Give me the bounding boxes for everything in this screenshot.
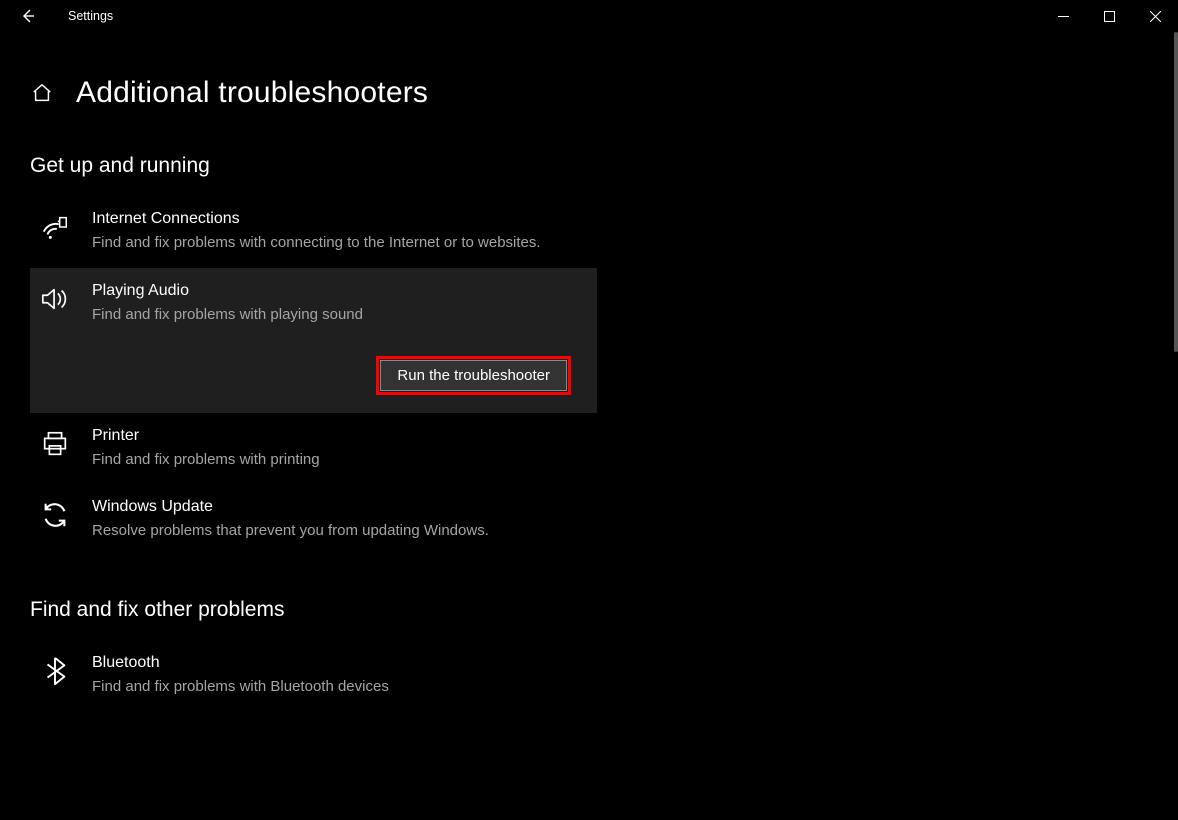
sync-icon	[36, 498, 74, 542]
section-heading-getup: Get up and running	[30, 154, 600, 178]
troubleshooter-item-audio[interactable]: Playing Audio Find and fix problems with…	[30, 268, 597, 413]
item-desc: Find and fix problems with playing sound	[92, 304, 581, 326]
close-icon	[1150, 11, 1161, 22]
window-controls	[1040, 0, 1178, 32]
troubleshooter-item-update[interactable]: Windows Update Resolve problems that pre…	[30, 484, 597, 556]
titlebar: Settings	[0, 0, 1178, 32]
bluetooth-icon	[36, 654, 74, 698]
troubleshooter-item-internet[interactable]: Internet Connections Find and fix proble…	[30, 196, 597, 268]
wifi-icon	[36, 210, 74, 254]
close-button[interactable]	[1132, 0, 1178, 32]
item-title: Internet Connections	[92, 210, 581, 228]
page-header: Additional troubleshooters	[0, 32, 1178, 110]
maximize-button[interactable]	[1086, 0, 1132, 32]
item-desc: Find and fix problems with printing	[92, 449, 581, 471]
printer-icon	[36, 427, 74, 471]
app-title: Settings	[68, 9, 113, 23]
home-icon	[31, 82, 53, 104]
speaker-icon	[36, 282, 74, 326]
item-title: Printer	[92, 427, 581, 445]
section-heading-other: Find and fix other problems	[30, 598, 600, 622]
scrollbar[interactable]	[1174, 32, 1178, 352]
home-button[interactable]	[30, 81, 54, 105]
item-title: Windows Update	[92, 498, 581, 516]
item-title: Playing Audio	[92, 282, 581, 300]
troubleshooter-item-bluetooth[interactable]: Bluetooth Find and fix problems with Blu…	[30, 640, 597, 712]
back-button[interactable]	[8, 0, 48, 32]
minimize-icon	[1058, 11, 1069, 22]
run-button-highlight: Run the troubleshooter	[376, 356, 571, 395]
run-troubleshooter-button[interactable]: Run the troubleshooter	[380, 360, 567, 391]
minimize-button[interactable]	[1040, 0, 1086, 32]
arrow-left-icon	[20, 8, 36, 24]
item-desc: Find and fix problems with connecting to…	[92, 232, 581, 254]
item-desc: Resolve problems that prevent you from u…	[92, 520, 581, 542]
item-title: Bluetooth	[92, 654, 581, 672]
page-title: Additional troubleshooters	[76, 76, 428, 110]
maximize-icon	[1104, 11, 1115, 22]
content-area: Get up and running Internet Connections …	[0, 110, 600, 712]
item-desc: Find and fix problems with Bluetooth dev…	[92, 676, 581, 698]
troubleshooter-item-printer[interactable]: Printer Find and fix problems with print…	[30, 413, 597, 485]
